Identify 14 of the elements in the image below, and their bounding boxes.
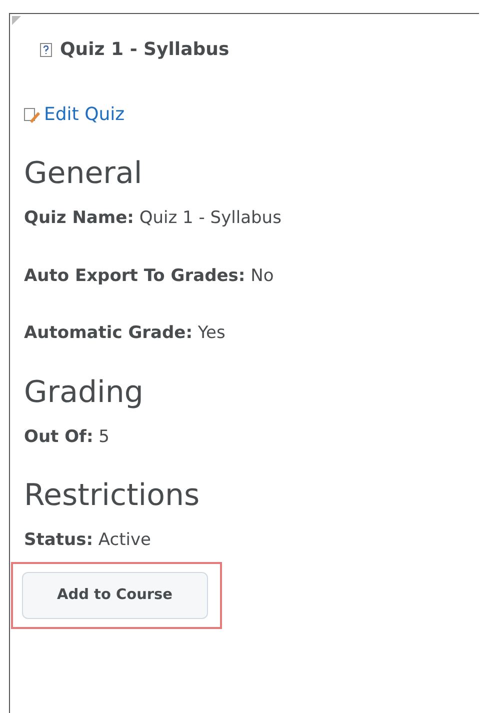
- edit-quiz-link[interactable]: Edit Quiz: [44, 101, 125, 128]
- add-to-course-button[interactable]: Add to Course: [22, 572, 208, 620]
- field-text: Quiz Name: Quiz 1 - Syllabus: [24, 207, 282, 230]
- field-text: Automatic Grade: Yes: [24, 322, 226, 345]
- quiz-icon: [40, 42, 52, 56]
- field-text: Status: Active: [24, 529, 152, 552]
- field-text: Out Of: 5: [24, 426, 110, 448]
- corner-mark-icon: [12, 16, 21, 25]
- field-text: Auto Export To Grades: No: [24, 264, 275, 288]
- quiz-title: Quiz 1 - Syllabus: [60, 38, 230, 62]
- edit-quiz-icon: [24, 106, 40, 122]
- section-heading: Grading: [24, 374, 144, 410]
- section-heading: Restrictions: [24, 478, 201, 514]
- section-heading: General: [24, 156, 144, 192]
